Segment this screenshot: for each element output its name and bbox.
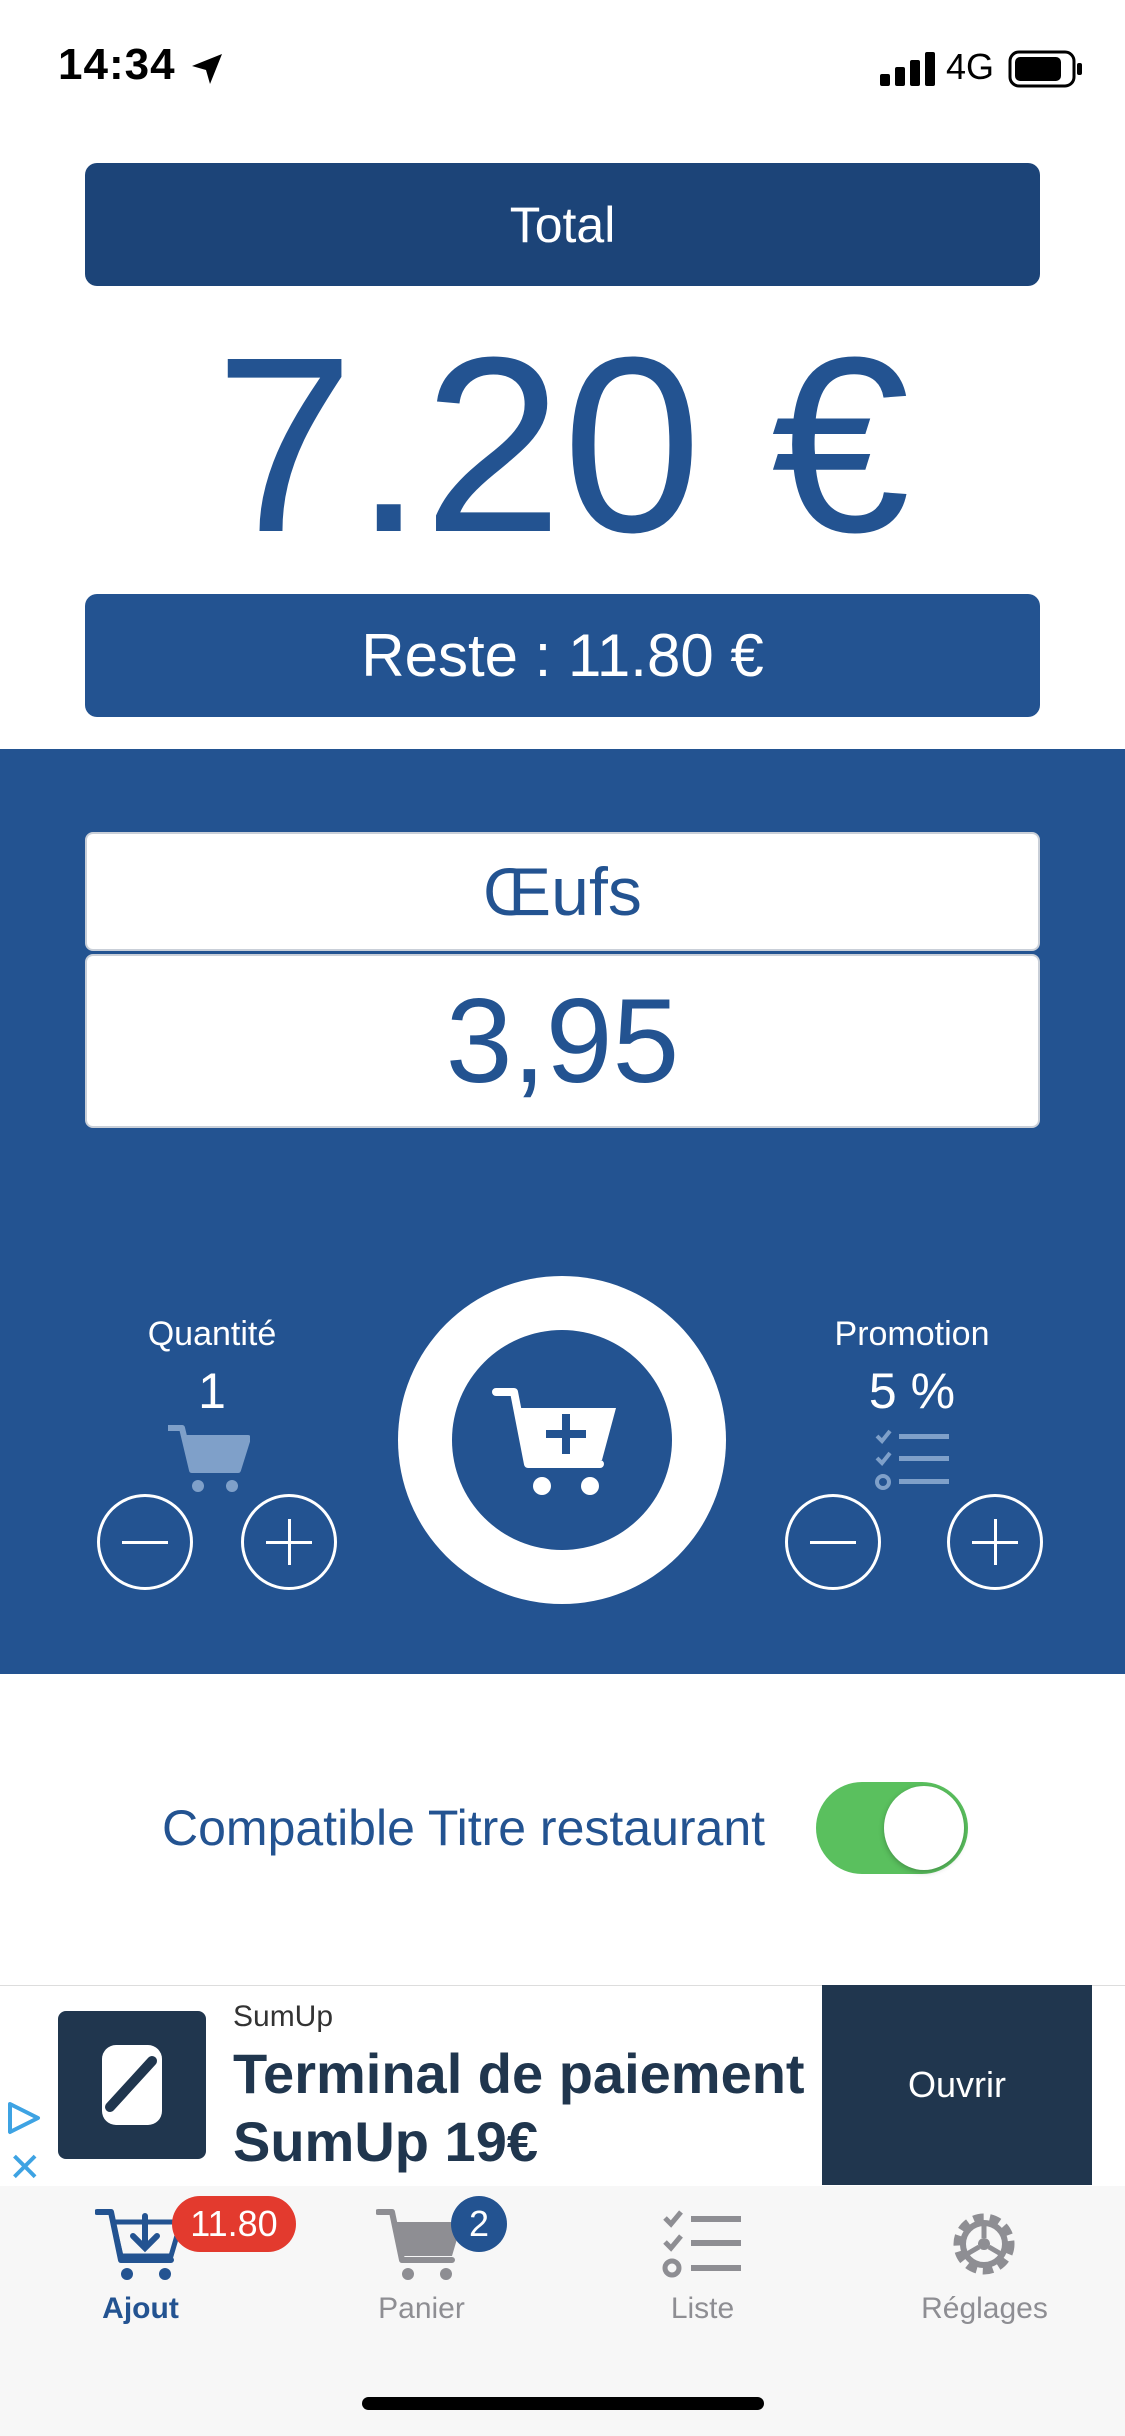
adchoices-icon[interactable] bbox=[6, 2100, 42, 2136]
ad-headline[interactable]: Terminal de paiement SumUp 19€ bbox=[233, 2040, 823, 2176]
ad-open-label: Ouvrir bbox=[908, 2064, 1006, 2105]
cart-add-icon[interactable] bbox=[492, 1384, 622, 1500]
tab-liste-label: Liste bbox=[670, 2292, 735, 2325]
ad-close-icon[interactable]: ✕ bbox=[8, 2148, 42, 2188]
total-amount: 7.20 € bbox=[214, 305, 911, 584]
status-time: 14:34 bbox=[58, 40, 176, 89]
network-type: 4G bbox=[946, 46, 995, 87]
ad-logo[interactable] bbox=[58, 2011, 206, 2159]
quantity-label: Quantité bbox=[147, 1315, 277, 1353]
battery-icon bbox=[1008, 50, 1082, 88]
total-header: Total bbox=[85, 163, 1040, 286]
quantity-increase-button[interactable] bbox=[241, 1494, 337, 1590]
tab-panier-label: Panier bbox=[378, 2292, 465, 2325]
ad-open-button[interactable]: Ouvrir bbox=[822, 1985, 1092, 2185]
promotion-value: 5 % bbox=[868, 1363, 956, 1419]
home-indicator bbox=[362, 2397, 764, 2410]
tab-reglages-label: Réglages bbox=[921, 2292, 1048, 2325]
panier-badge: 2 bbox=[451, 2196, 507, 2252]
cellular-signal-icon bbox=[880, 52, 935, 86]
tab-liste[interactable]: Liste bbox=[562, 2186, 843, 2336]
checklist-icon bbox=[662, 2210, 741, 2278]
promotion-decrease-button[interactable] bbox=[785, 1494, 881, 1590]
ad-advertiser: SumUp bbox=[233, 2000, 334, 2033]
remaining-bar: Reste : 11.80 € bbox=[85, 594, 1040, 717]
remaining-label: Reste : 11.80 € bbox=[361, 622, 764, 689]
promotion-label: Promotion bbox=[834, 1315, 990, 1353]
cart-add-icon bbox=[95, 2209, 185, 2280]
meal-voucher-label: Compatible Titre restaurant bbox=[162, 1800, 766, 1856]
price-field[interactable]: 3,95 bbox=[85, 954, 1040, 1128]
quantity-decrease-button[interactable] bbox=[97, 1494, 193, 1590]
location-arrow-icon bbox=[192, 54, 222, 84]
total-label: Total bbox=[509, 196, 616, 253]
product-name-field[interactable]: Œufs bbox=[85, 832, 1040, 951]
toggle-knob[interactable] bbox=[884, 1786, 964, 1870]
sumup-logo-icon bbox=[102, 2045, 162, 2125]
quantity-value: 1 bbox=[198, 1363, 226, 1419]
tab-ajout-label: Ajout bbox=[102, 2292, 179, 2325]
ajout-badge: 11.80 bbox=[172, 2196, 296, 2252]
checklist-icon bbox=[875, 1429, 949, 1490]
promotion-increase-button[interactable] bbox=[947, 1494, 1043, 1590]
cart-icon bbox=[168, 1425, 250, 1492]
tab-panier[interactable]: Panier bbox=[281, 2186, 562, 2336]
gear-icon bbox=[953, 2213, 1015, 2275]
tab-reglages[interactable]: Réglages bbox=[844, 2186, 1125, 2336]
